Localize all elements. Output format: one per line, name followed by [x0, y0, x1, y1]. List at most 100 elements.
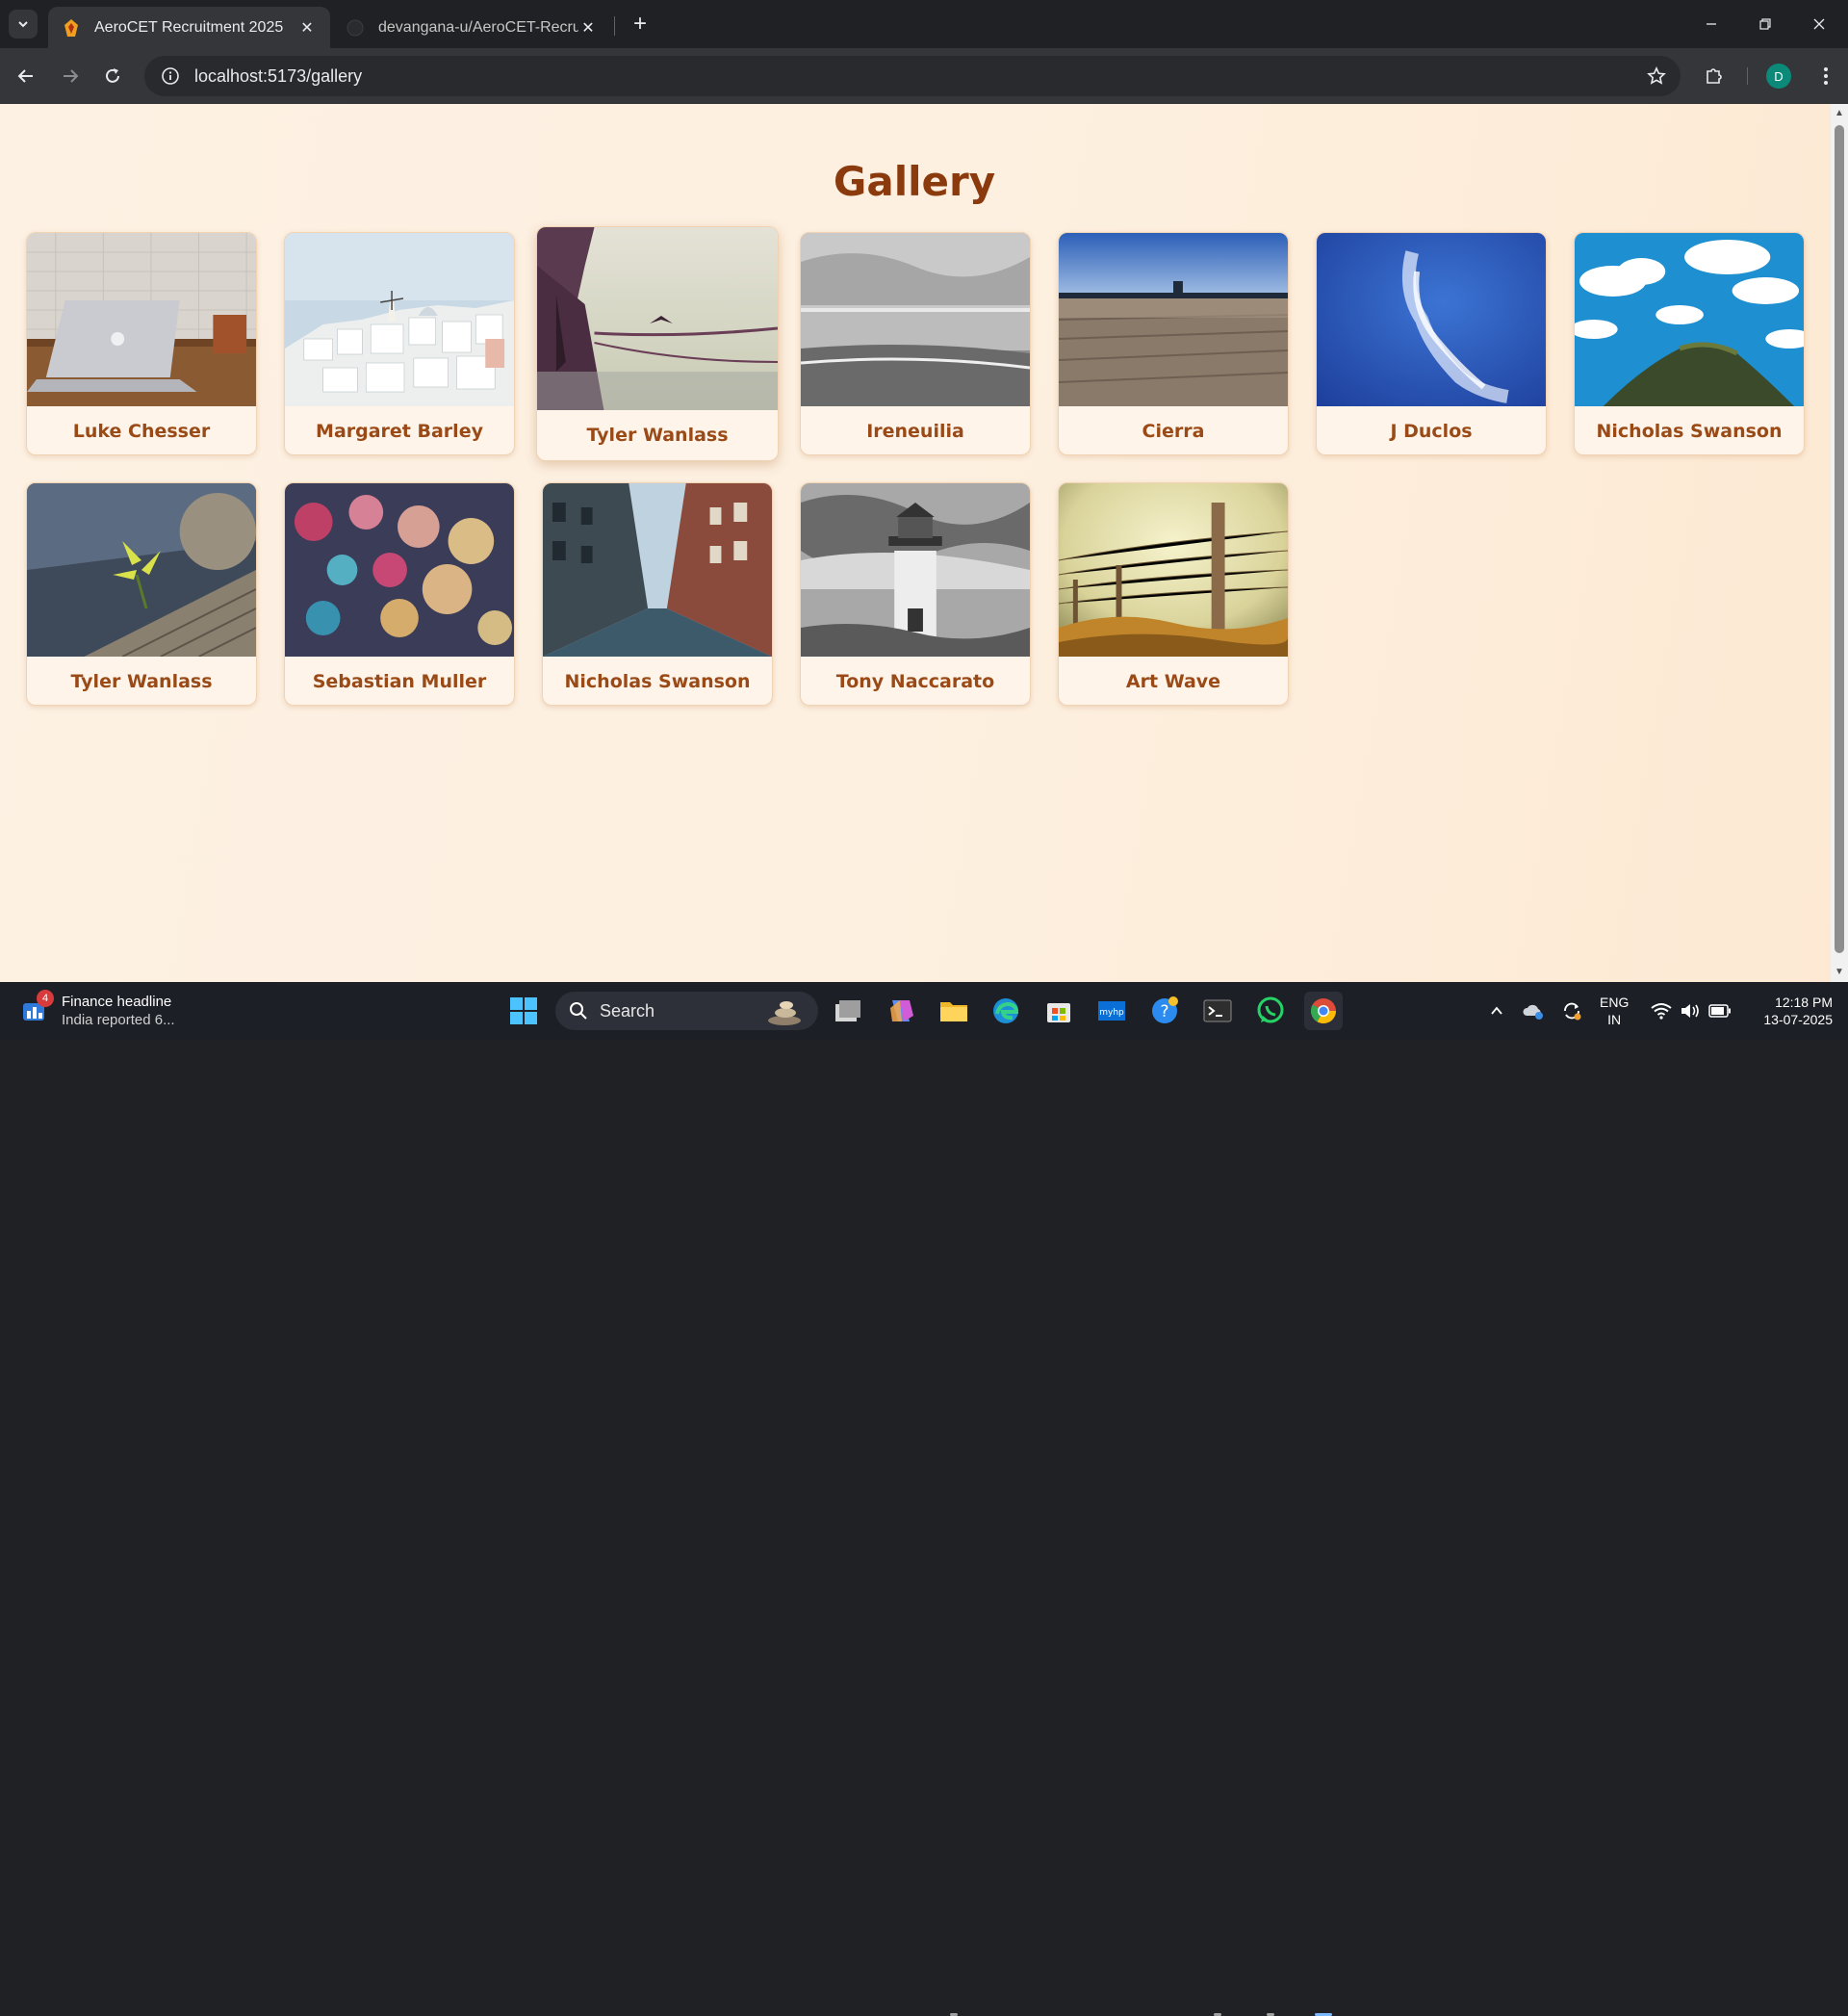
myhp-button[interactable]: myhp	[1092, 992, 1131, 1030]
photographer-name: Tyler Wanlass	[586, 425, 729, 446]
volume-button[interactable]	[1677, 992, 1704, 1030]
notification-badge: 4	[37, 990, 54, 1007]
news-widget[interactable]: 4 Finance headline India reported 6...	[19, 990, 175, 1032]
reload-button[interactable]	[96, 60, 129, 92]
gallery-card[interactable]: Nicholas Swanson	[1574, 232, 1805, 455]
address-bar[interactable]: localhost:5173/gallery	[144, 56, 1681, 96]
tab-title: AeroCET Recruitment 2025	[94, 18, 284, 36]
taskbar-search[interactable]: Search	[555, 992, 818, 1030]
photographer-name: Art Wave	[1125, 671, 1221, 692]
store-button[interactable]	[1040, 992, 1078, 1030]
battery-icon	[1708, 1004, 1731, 1018]
gallery-card[interactable]: Cierra	[1058, 232, 1289, 455]
sync-icon	[1564, 1002, 1581, 1021]
region-code: IN	[1607, 1012, 1622, 1027]
chevron-up-icon	[1491, 1006, 1502, 1015]
photographer-name: Ireneuilia	[866, 421, 964, 442]
battery-button[interactable]	[1706, 992, 1734, 1030]
file-explorer-button[interactable]	[935, 992, 973, 1030]
task-view-button[interactable]	[829, 992, 867, 1030]
scroll-thumb[interactable]	[1835, 125, 1844, 953]
gallery-card[interactable]: Luke Chesser	[26, 232, 257, 455]
search-icon	[570, 1002, 587, 1020]
gallery-photo-fence	[1059, 483, 1288, 657]
close-icon	[1813, 18, 1825, 30]
cloud-icon	[1523, 1004, 1543, 1020]
tab-aerocet[interactable]: AeroCET Recruitment 2025 ✕	[48, 7, 330, 48]
url-text: localhost:5173/gallery	[194, 65, 363, 86]
photographer-name: Margaret Barley	[316, 421, 483, 442]
gallery-card[interactable]: Sebastian Muller	[284, 482, 515, 706]
help-button[interactable]: ?	[1145, 992, 1184, 1030]
photographer-name: Cierra	[1142, 421, 1205, 442]
help-icon: ?	[1152, 996, 1178, 1023]
gallery-photo-sky	[1317, 233, 1546, 406]
arrow-right-icon	[64, 69, 79, 83]
tab-separator	[614, 16, 615, 36]
terminal-button[interactable]	[1198, 992, 1237, 1030]
gallery-card-hovered[interactable]: Tyler Wanlass	[536, 226, 779, 461]
whatsapp-icon	[1257, 996, 1284, 1023]
close-window-button[interactable]	[1792, 0, 1846, 48]
sync-button[interactable]	[1557, 992, 1586, 1030]
extensions-button[interactable]	[1698, 60, 1731, 92]
gallery-card[interactable]: Tony Naccarato	[800, 482, 1031, 706]
browser-menu-button[interactable]	[1810, 60, 1842, 92]
page-viewport: Gallery Luke Chesser Margaret Barley Tyl…	[0, 104, 1848, 982]
gallery-photo-beach	[801, 233, 1030, 406]
back-button[interactable]	[10, 60, 42, 92]
tab-title: devangana-u/AeroCET-Recruitm	[378, 18, 578, 36]
tab-github[interactable]: devangana-u/AeroCET-Recruitm ✕	[332, 7, 611, 48]
scroll-down-icon[interactable]: ▼	[1835, 967, 1844, 977]
scroll-up-icon[interactable]: ▲	[1835, 108, 1844, 118]
gallery-photo-lighthouse	[801, 483, 1030, 657]
bookmark-star-icon[interactable]	[1644, 64, 1669, 89]
tab-search-button[interactable]	[9, 10, 38, 39]
close-tab-icon[interactable]: ✕	[578, 18, 598, 38]
gallery-card[interactable]: Nicholas Swanson	[542, 482, 773, 706]
forward-button[interactable]	[54, 60, 87, 92]
search-placeholder: Search	[600, 1000, 655, 1021]
show-hidden-icons-button[interactable]	[1482, 992, 1511, 1030]
gallery-photo-santorini	[285, 233, 514, 406]
gallery-card[interactable]: J Duclos	[1316, 232, 1547, 455]
folder-icon	[940, 1002, 967, 1021]
page-scrollbar[interactable]: ▲ ▼	[1831, 104, 1848, 982]
browser-toolbar: localhost:5173/gallery D	[0, 48, 1848, 104]
language-indicator[interactable]: ENG IN	[1600, 994, 1629, 1028]
tab-strip: AeroCET Recruitment 2025 ✕ devangana-u/A…	[0, 0, 1848, 48]
start-button[interactable]	[504, 992, 543, 1030]
stones-icon	[768, 1001, 801, 1025]
gallery-card[interactable]: Tyler Wanlass	[26, 482, 257, 706]
hp-icon: myhp	[1098, 1001, 1125, 1021]
chrome-button-active[interactable]	[1304, 992, 1343, 1030]
restore-button[interactable]	[1738, 0, 1792, 48]
more-vertical-icon	[1824, 67, 1828, 85]
close-tab-icon[interactable]: ✕	[297, 18, 317, 38]
chevron-down-icon	[18, 21, 28, 28]
profile-avatar[interactable]: D	[1766, 64, 1791, 89]
widget-headline: Finance headline	[62, 994, 172, 1010]
new-tab-button[interactable]: +	[626, 10, 654, 39]
store-icon	[1047, 1003, 1070, 1022]
gallery-card[interactable]: Ireneuilia	[800, 232, 1031, 455]
onedrive-button[interactable]	[1519, 992, 1548, 1030]
edge-button[interactable]	[987, 992, 1025, 1030]
system-clock[interactable]: 12:18 PM 13-07-2025	[1738, 994, 1833, 1028]
site-info-icon[interactable]	[150, 56, 191, 96]
copilot-button[interactable]	[882, 992, 920, 1030]
whatsapp-button[interactable]	[1251, 992, 1290, 1030]
wifi-button[interactable]	[1648, 992, 1675, 1030]
gallery-card[interactable]: Margaret Barley	[284, 232, 515, 455]
copilot-icon	[890, 1000, 913, 1021]
clock-date: 13-07-2025	[1763, 1012, 1833, 1027]
gallery-photo-boat	[537, 227, 778, 410]
widget-subtext: India reported 6...	[62, 1012, 175, 1028]
arrow-left-icon	[17, 69, 33, 83]
minimize-button[interactable]	[1684, 0, 1738, 48]
volume-icon	[1681, 1004, 1699, 1018]
reload-icon	[106, 68, 119, 83]
github-icon	[346, 18, 365, 38]
photographer-name: Tony Naccarato	[835, 671, 995, 692]
gallery-card[interactable]: Art Wave	[1058, 482, 1289, 706]
